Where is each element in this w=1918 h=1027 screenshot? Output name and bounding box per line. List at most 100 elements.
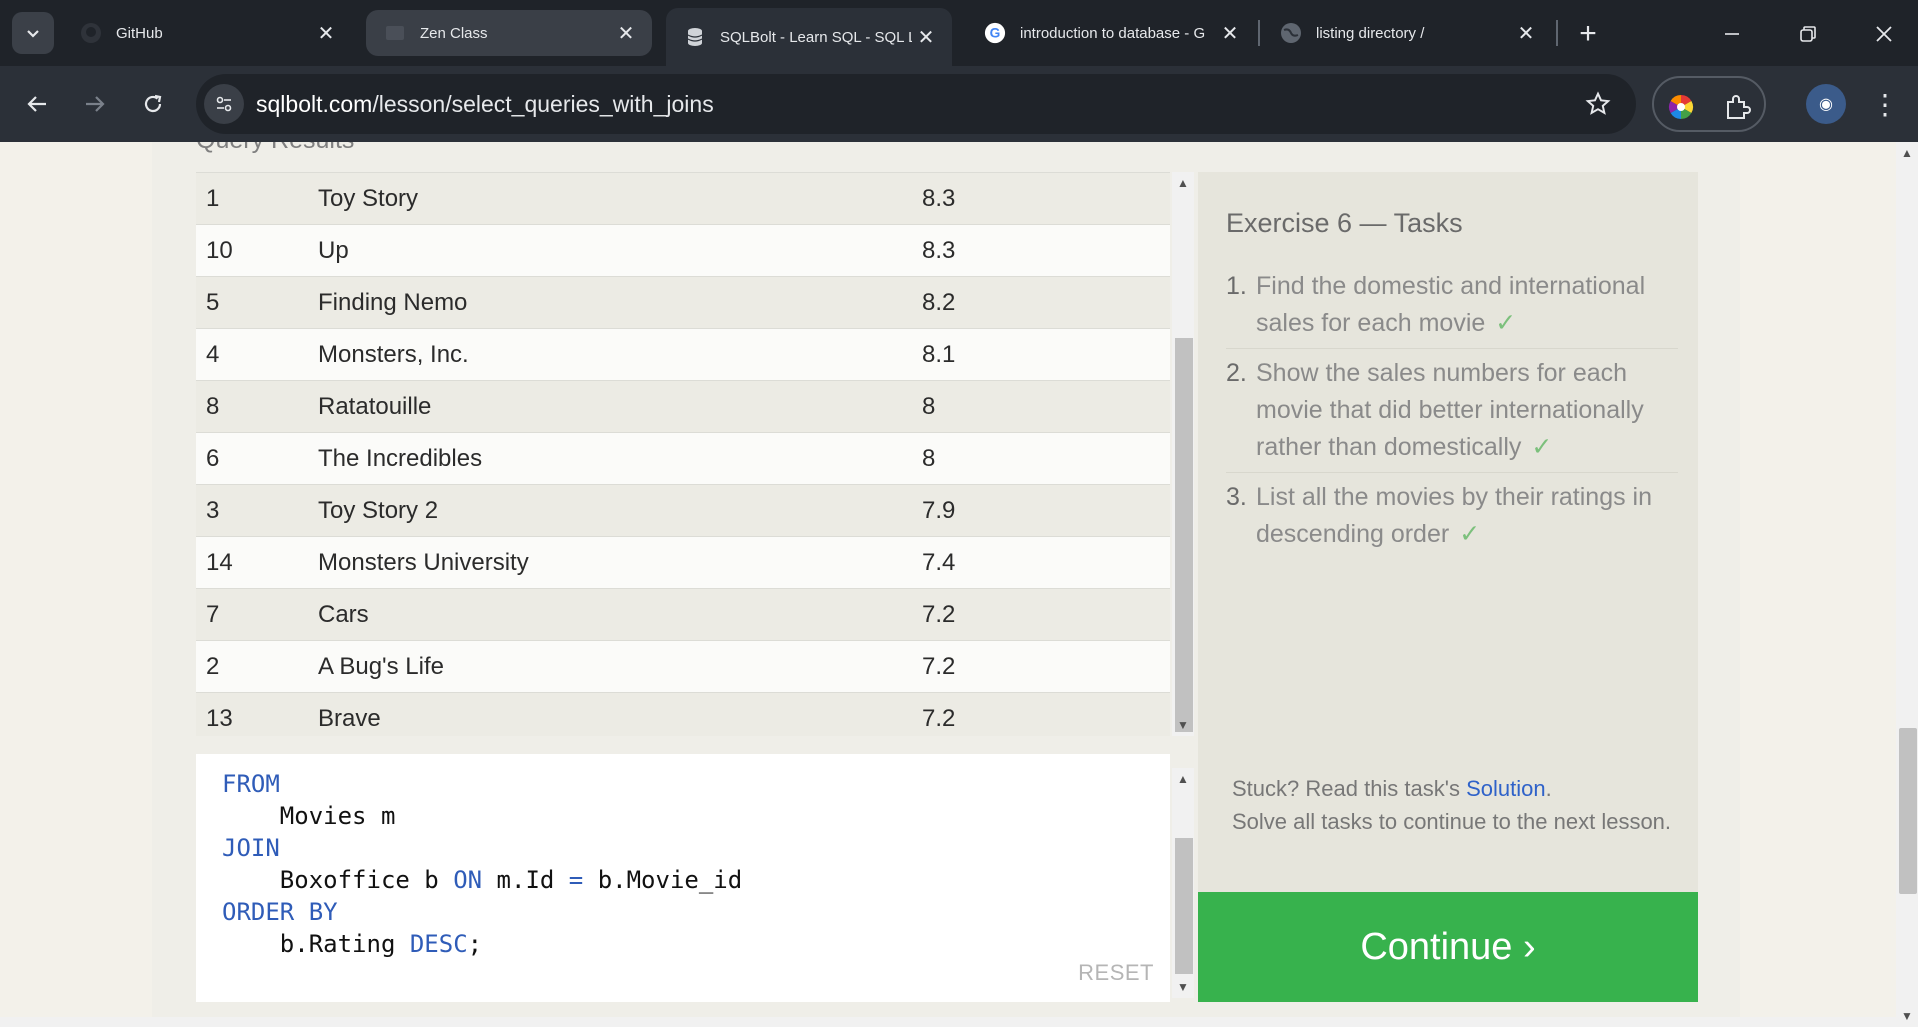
scroll-up-icon[interactable]: ▲ — [1896, 142, 1918, 164]
cell-rating: 8.3 — [922, 184, 956, 212]
list-item: 2. Show the sales numbers for each movie… — [1226, 349, 1678, 473]
task-label: Show the sales numbers for each movie th… — [1256, 359, 1644, 461]
scroll-down-icon[interactable]: ▼ — [1172, 976, 1194, 998]
reload-button[interactable] — [134, 85, 172, 123]
close-icon[interactable]: ✕ — [912, 23, 940, 51]
cell-id: 14 — [206, 548, 233, 576]
sql-operator: = — [568, 866, 584, 894]
table-row: 14 Monsters University 7.4 — [196, 537, 1170, 589]
cell-title: Monsters University — [318, 548, 529, 576]
tab-github[interactable]: GitHub ✕ — [62, 10, 352, 56]
exercise-title: Exercise 6 — Tasks — [1226, 208, 1463, 238]
table-row: 1 Toy Story 8.3 — [196, 173, 1170, 225]
sql-keyword: ON — [453, 866, 483, 894]
scroll-down-icon[interactable]: ▼ — [1172, 714, 1194, 736]
tab-sqlbolt[interactable]: SQLBolt - Learn SQL - SQL L ✕ — [666, 8, 952, 66]
cell-rating: 7.2 — [922, 652, 956, 680]
close-icon[interactable]: ✕ — [1512, 19, 1540, 47]
scrollbar-thumb[interactable] — [1175, 838, 1193, 974]
tab-title: SQLBolt - Learn SQL - SQL L — [720, 28, 912, 46]
solution-link[interactable]: Solution — [1466, 776, 1546, 801]
cell-id: 6 — [206, 444, 220, 472]
query-results-heading: Query Results — [196, 142, 354, 155]
tab-separator — [1556, 20, 1558, 46]
task-text: Find the domestic and international sale… — [1256, 268, 1678, 342]
sql-code[interactable]: FROM Movies m JOIN Boxoffice b ON m.Id =… — [222, 768, 742, 960]
extensions-button[interactable] — [1720, 90, 1754, 124]
table-row: 4 Monsters, Inc. 8.1 — [196, 329, 1170, 381]
sql-keyword: JOIN — [222, 834, 280, 862]
cell-rating: 7.2 — [922, 600, 956, 628]
browser-menu-button[interactable]: ⋮ — [1870, 84, 1900, 124]
minimize-button[interactable] — [1712, 16, 1752, 52]
cell-rating: 8.3 — [922, 236, 956, 264]
solve-all-text: Solve all tasks to continue to the next … — [1232, 809, 1672, 834]
results-scrollbar[interactable]: ▲ ▼ — [1172, 172, 1194, 736]
editor-scrollbar[interactable]: ▲ ▼ — [1172, 768, 1194, 998]
sql-text: b.Rating — [279, 930, 410, 958]
cell-id: 8 — [206, 392, 220, 420]
back-button[interactable] — [18, 85, 56, 123]
tab-strip: GitHub ✕ Zen Class ✕ SQLBolt - Learn SQL… — [0, 0, 1918, 66]
scrollbar-thumb[interactable] — [1899, 728, 1917, 894]
check-icon: ✓ — [1531, 433, 1553, 461]
close-icon[interactable]: ✕ — [312, 19, 340, 47]
continue-button[interactable]: Continue › — [1198, 892, 1698, 1002]
table-row: 5 Finding Nemo 8.2 — [196, 277, 1170, 329]
table-row: 10 Up 8.3 — [196, 225, 1170, 277]
arrow-left-icon — [27, 96, 46, 112]
scroll-down-icon[interactable]: ▼ — [1896, 1005, 1918, 1027]
sql-keyword: DESC — [409, 930, 468, 958]
github-icon — [80, 22, 102, 44]
avatar-icon: ◉ — [1819, 96, 1833, 113]
tab-listing-directory[interactable]: listing directory / ✕ — [1262, 10, 1552, 56]
table-row: 8 Ratatouille 8 — [196, 381, 1170, 433]
tab-separator — [1258, 20, 1260, 46]
restore-button[interactable] — [1788, 16, 1828, 52]
svg-text:G: G — [990, 26, 1001, 41]
sql-keyword: ORDER BY — [222, 898, 338, 926]
color-picker-extension[interactable] — [1664, 90, 1698, 124]
sql-indent — [222, 866, 280, 894]
tune-icon — [216, 96, 232, 112]
forward-button[interactable] — [76, 85, 114, 123]
query-results-table: 1 Toy Story 8.3 10 Up 8.3 5 Finding Nemo 8.2 4… — [196, 172, 1170, 736]
profile-avatar[interactable]: ◉ — [1806, 84, 1846, 124]
site-info-button[interactable] — [204, 84, 244, 124]
arrow-right-icon — [86, 96, 105, 112]
table-row: 3 Toy Story 2 7.9 — [196, 485, 1170, 537]
cell-title: Brave — [318, 704, 381, 732]
task-number: 3. — [1226, 483, 1247, 511]
page-scrollbar[interactable]: ▲ ▼ — [1896, 142, 1918, 1027]
reset-button[interactable]: RESET — [1078, 960, 1154, 986]
tab-google[interactable]: G introduction to database - G ✕ — [966, 10, 1256, 56]
scroll-up-icon[interactable]: ▲ — [1172, 172, 1194, 194]
address-bar[interactable]: sqlbolt.com/lesson/select_queries_with_j… — [196, 74, 1636, 134]
help-text: Stuck? Read this task's Solution. Solve … — [1232, 772, 1672, 838]
horizontal-scrollbar[interactable] — [0, 1017, 1896, 1027]
sql-text: Movies m — [279, 802, 396, 830]
sql-editor[interactable]: FROM Movies m JOIN Boxoffice b ON m.Id =… — [196, 754, 1170, 1002]
new-tab-button[interactable]: + — [1570, 16, 1606, 52]
close-icon[interactable]: ✕ — [1216, 19, 1244, 47]
scroll-up-icon[interactable]: ▲ — [1172, 768, 1194, 790]
scrollbar-thumb[interactable] — [1175, 338, 1193, 732]
tab-zen-class[interactable]: Zen Class ✕ — [366, 10, 652, 56]
cell-rating: 8.1 — [922, 340, 956, 368]
bookmark-button[interactable] — [1582, 88, 1614, 120]
tab-search-button[interactable] — [12, 12, 54, 54]
sql-text: ; — [467, 930, 483, 958]
url-domain: sqlbolt.com — [256, 90, 373, 117]
google-icon: G — [984, 22, 1006, 44]
tab-title: Zen Class — [420, 24, 488, 42]
restore-icon — [1800, 26, 1816, 42]
cell-id: 1 — [206, 184, 220, 212]
extensions-group — [1652, 76, 1766, 132]
close-window-button[interactable] — [1864, 16, 1904, 52]
cell-id: 13 — [206, 704, 233, 732]
cell-rating: 8 — [922, 392, 936, 420]
cell-rating: 8 — [922, 444, 936, 472]
close-icon[interactable]: ✕ — [612, 19, 640, 47]
browser-toolbar: sqlbolt.com/lesson/select_queries_with_j… — [0, 66, 1918, 142]
tasks-panel: Exercise 6 — Tasks 1. Find the domestic … — [1198, 172, 1698, 1002]
